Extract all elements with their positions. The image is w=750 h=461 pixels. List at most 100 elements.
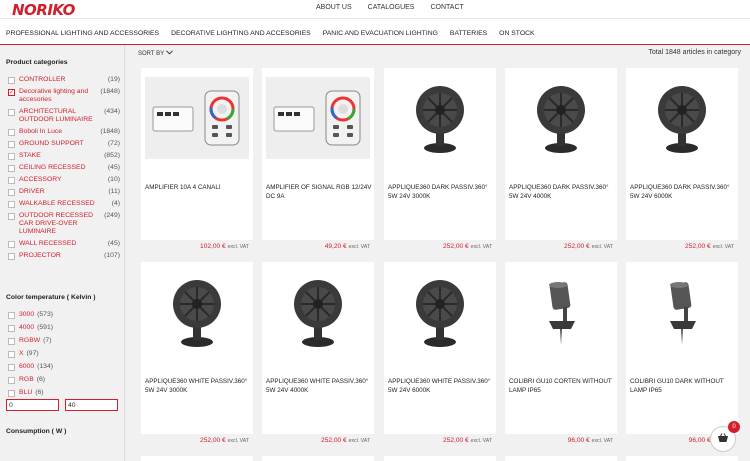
color-temp-filter-item[interactable]: X (97) — [8, 350, 120, 358]
category-checkbox[interactable] — [8, 253, 15, 260]
color-temp-checkbox[interactable] — [8, 325, 15, 332]
product-price-value: 252,00 € — [685, 243, 711, 250]
color-temp-filter-label: 3000 — [19, 311, 35, 318]
product-card[interactable]: APPLIQUE360 WHITE PASSIV.360° 5W 24V 300… — [141, 262, 253, 444]
category-filter-count: (45) — [107, 240, 120, 247]
color-temp-filter-item[interactable]: BLU (6) — [8, 389, 120, 397]
top-nav-about[interactable]: ABOUT US — [316, 4, 352, 11]
cart-button[interactable]: 0 — [710, 421, 740, 452]
color-temp-checkbox[interactable] — [8, 364, 15, 371]
color-temp-filter-label: BLU — [19, 389, 33, 396]
product-card[interactable]: APPLIQUE360 WHITE PASSIV.360° 5W 24V 400… — [262, 262, 374, 444]
product-name[interactable]: APPLIQUE360 WHITE PASSIV.360° 5W 24V 400… — [266, 377, 372, 395]
product-image[interactable] — [509, 77, 613, 159]
product-name[interactable]: APPLIQUE360 WHITE PASSIV.360° 5W 24V 300… — [145, 377, 251, 395]
category-nav-panic[interactable]: PANIC AND EVACUATION LIGHTING — [323, 30, 438, 37]
category-checkbox[interactable] — [8, 213, 15, 220]
product-name[interactable]: APPLIQUE360 DARK PASSIV.360° 5W 24V 3000… — [388, 183, 494, 201]
category-filter-item[interactable]: CONTROLLER (19) — [8, 76, 120, 84]
product-card[interactable]: APPLIQUE360 DARK PASSIV.360° 5W 24V 4000… — [505, 68, 617, 250]
basket-icon — [717, 430, 729, 448]
product-name[interactable]: APPLIQUE360 DARK PASSIV.360° 5W 24V 6000… — [630, 183, 736, 201]
category-filter-item[interactable]: PROJECTOR (107) — [8, 252, 120, 260]
category-nav-decorative[interactable]: DECORATIVE LIGHTING AND ACCESORIES — [171, 30, 311, 37]
category-filter-item[interactable]: STAKE (852) — [8, 152, 120, 160]
category-checkbox[interactable] — [8, 77, 15, 84]
product-card[interactable]: APPLIQUE360 DARK PASSIV.360° 5W 24V 6000… — [626, 68, 738, 250]
category-filter-item[interactable]: WALKABLE RECESSED (4) — [8, 200, 120, 208]
top-nav: ABOUT US CATALOGUES CONTACT — [316, 4, 464, 11]
category-checkbox[interactable] — [8, 189, 15, 196]
top-nav-contact[interactable]: CONTACT — [430, 4, 463, 11]
category-checkbox[interactable] — [8, 165, 15, 172]
product-card[interactable]: AMPLIFIER OF SIGNAL RGB 12/24V DC 9A 49,2… — [262, 68, 374, 250]
category-nav-batteries[interactable]: BATTERIES — [450, 30, 487, 37]
product-card[interactable]: APPLIQUE360 WHITE PASSIV.360° 5W 24V 600… — [384, 262, 496, 444]
product-image[interactable] — [145, 77, 249, 159]
product-name[interactable]: AMPLIFIER 10A 4 CANALI — [145, 183, 251, 192]
product-card[interactable]: COLIBRI GU10 CORTEN WITHOUT LAMP IP65 96,… — [505, 262, 617, 444]
category-nav-on-stock[interactable]: ON STOCK — [499, 30, 534, 37]
product-card[interactable]: COLIBRI GU10 DARK WITHOUT LAMP IP65 96,00… — [626, 262, 738, 444]
category-filter-item[interactable]: WALL RECESSED (45) — [8, 240, 120, 248]
product-image[interactable] — [388, 271, 492, 353]
category-filter-item[interactable]: ACCESSORY (10) — [8, 176, 120, 184]
category-filter-item[interactable]: DRIVER (11) — [8, 188, 120, 196]
category-checkbox[interactable] — [8, 201, 15, 208]
product-card[interactable] — [141, 456, 253, 461]
category-filter-label: WALKABLE RECESSED — [19, 200, 95, 207]
category-checkbox[interactable] — [8, 241, 15, 248]
category-nav-professional[interactable]: PROFESSIONAL LIGHTING AND ACCESSORIES — [6, 30, 159, 37]
category-checkbox[interactable] — [8, 109, 15, 116]
product-card[interactable] — [505, 456, 617, 461]
product-name[interactable]: COLIBRI GU10 CORTEN WITHOUT LAMP IP65 — [509, 377, 615, 395]
color-temp-filter-item[interactable]: 4000 (591) — [8, 324, 120, 332]
color-temp-checkbox[interactable] — [8, 390, 15, 397]
category-filter-item[interactable]: Boboli In Luce (1848) — [8, 128, 120, 136]
category-filter-count: (852) — [104, 152, 120, 159]
sort-by-dropdown[interactable]: SORT BY — [138, 50, 173, 57]
product-image[interactable] — [266, 271, 370, 353]
product-image[interactable] — [145, 271, 249, 353]
product-image[interactable] — [266, 77, 370, 159]
color-temp-filter-item[interactable]: 3000 (573) — [8, 311, 120, 319]
color-temp-filter-label: RGBW — [19, 337, 41, 344]
product-image[interactable] — [630, 271, 734, 353]
category-filter-item[interactable]: CEILING RECESSED (45) — [8, 164, 120, 172]
color-temp-checkbox[interactable] — [8, 338, 15, 345]
category-checkbox[interactable] — [8, 89, 15, 96]
product-name[interactable]: APPLIQUE360 DARK PASSIV.360° 5W 24V 4000… — [509, 183, 615, 201]
consumption-max-input[interactable] — [65, 399, 118, 411]
category-filter-item[interactable]: Decorative lighting and accesories (1848) — [8, 88, 120, 104]
brand-logo[interactable]: NORIKO — [12, 1, 75, 19]
category-checkbox[interactable] — [8, 177, 15, 184]
product-card[interactable] — [384, 456, 496, 461]
product-card[interactable] — [626, 456, 738, 461]
product-image[interactable] — [630, 77, 734, 159]
product-image[interactable] — [388, 77, 492, 159]
color-temp-checkbox[interactable] — [8, 312, 15, 319]
category-filter-item[interactable]: GROUND SUPPORT (72) — [8, 140, 120, 148]
product-image[interactable] — [509, 271, 613, 353]
color-temp-checkbox[interactable] — [8, 351, 15, 358]
product-card[interactable]: APPLIQUE360 DARK PASSIV.360° 5W 24V 3000… — [384, 68, 496, 250]
category-filter-item[interactable]: OUTDOOR RECESSED CAR DRIVE-OVER LUMINAIR… — [8, 212, 120, 236]
category-checkbox[interactable] — [8, 153, 15, 160]
product-card[interactable] — [262, 456, 374, 461]
color-temp-filter-item[interactable]: 6000 (134) — [8, 363, 120, 371]
top-nav-catalogues[interactable]: CATALOGUES — [368, 4, 415, 11]
product-price-value: 49,20 € — [324, 243, 347, 250]
category-filter-item[interactable]: ARCHITECTURAL OUTDOOR LUMINAIRE (434) — [8, 108, 120, 124]
product-price-value: 96,00 € — [567, 437, 590, 444]
color-temp-filter-item[interactable]: RGB (6) — [8, 376, 120, 384]
consumption-min-input[interactable] — [6, 399, 59, 411]
color-temp-checkbox[interactable] — [8, 377, 15, 384]
category-checkbox[interactable] — [8, 129, 15, 136]
product-name[interactable]: APPLIQUE360 WHITE PASSIV.360° 5W 24V 600… — [388, 377, 494, 395]
product-card[interactable]: AMPLIFIER 10A 4 CANALI 102,00 € excl. VAT — [141, 68, 253, 250]
color-temp-filter-item[interactable]: RGBW (7) — [8, 337, 120, 345]
category-checkbox[interactable] — [8, 141, 15, 148]
product-price: 252,00 € excl. VAT — [685, 243, 734, 250]
product-name[interactable]: AMPLIFIER OF SIGNAL RGB 12/24V DC 9A — [266, 183, 372, 201]
product-name[interactable]: COLIBRI GU10 DARK WITHOUT LAMP IP65 — [630, 377, 736, 395]
